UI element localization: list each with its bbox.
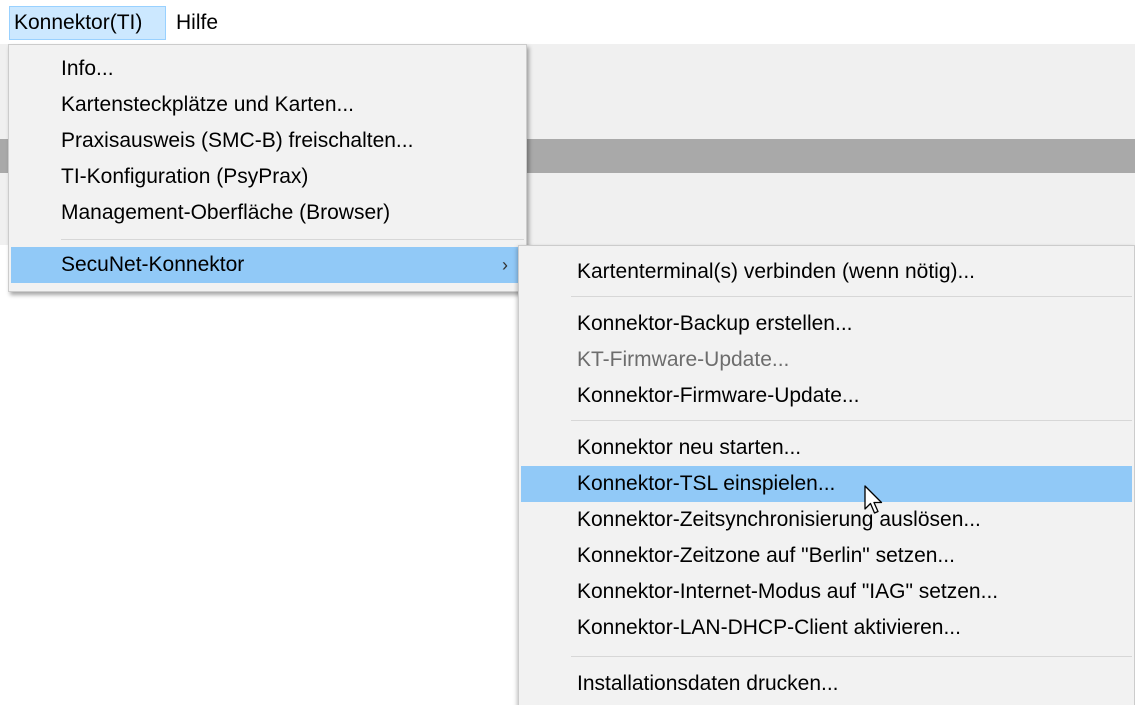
secunet-submenu: Kartenterminal(s) verbinden (wenn nötig)… xyxy=(518,245,1135,705)
submenu-separator xyxy=(571,296,1132,297)
menu-item-management-oberflaeche[interactable]: Management-Oberfläche (Browser) xyxy=(11,195,524,231)
menu-item-kartensteckplaetze[interactable]: Kartensteckplätze und Karten... xyxy=(11,87,524,123)
submenu-item-kartenterminal-verbinden[interactable]: Kartenterminal(s) verbinden (wenn nötig)… xyxy=(521,254,1132,290)
menu-item-ti-konfiguration[interactable]: TI-Konfiguration (PsyPrax) xyxy=(11,159,524,195)
menu-separator xyxy=(61,239,524,240)
submenu-item-kt-firmware-update: KT-Firmware-Update... xyxy=(577,348,790,371)
submenu-item-internet-modus-iag[interactable]: Konnektor-Internet-Modus auf "IAG" setze… xyxy=(521,574,1132,610)
submenu-separator xyxy=(571,656,1132,657)
screen: Konnektor(TI) Hilfe Info... Kartensteckp… xyxy=(0,0,1135,705)
submenu-item-lan-dhcp-client[interactable]: Konnektor-LAN-DHCP-Client aktivieren... xyxy=(521,610,1132,646)
submenu-separator xyxy=(571,420,1132,421)
submenu-item-neu-starten[interactable]: Konnektor neu starten... xyxy=(521,430,1132,466)
menu-bar: Konnektor(TI) Hilfe xyxy=(0,0,1135,40)
submenu-item-tsl-einspielen[interactable]: Konnektor-TSL einspielen... xyxy=(521,466,1132,502)
menu-hilfe[interactable]: Hilfe xyxy=(172,6,222,40)
menu-item-label: SecuNet-Konnektor xyxy=(61,253,245,276)
chevron-right-icon: › xyxy=(502,255,508,275)
submenu-item-konnektor-firmware-update[interactable]: Konnektor-Firmware-Update... xyxy=(521,378,1132,414)
mouse-pointer-icon xyxy=(864,485,883,514)
submenu-item-backup-erstellen[interactable]: Konnektor-Backup erstellen... xyxy=(521,306,1132,342)
submenu-item-zeitsynchronisierung[interactable]: Konnektor-Zeitsynchronisierung auslösen.… xyxy=(521,502,1132,538)
menu-konnektor-ti[interactable]: Konnektor(TI) xyxy=(9,6,166,40)
menu-item-praxisausweis[interactable]: Praxisausweis (SMC-B) freischalten... xyxy=(11,123,524,159)
menu-item-secunet-konnektor[interactable]: SecuNet-Konnektor › xyxy=(11,247,524,283)
konnektor-dropdown-menu: Info... Kartensteckplätze und Karten... … xyxy=(8,44,527,292)
menu-item-info[interactable]: Info... xyxy=(11,51,524,87)
submenu-item-installationsdaten-drucken[interactable]: Installationsdaten drucken... xyxy=(521,666,1132,702)
submenu-item-zeitzone-berlin[interactable]: Konnektor-Zeitzone auf "Berlin" setzen..… xyxy=(521,538,1132,574)
